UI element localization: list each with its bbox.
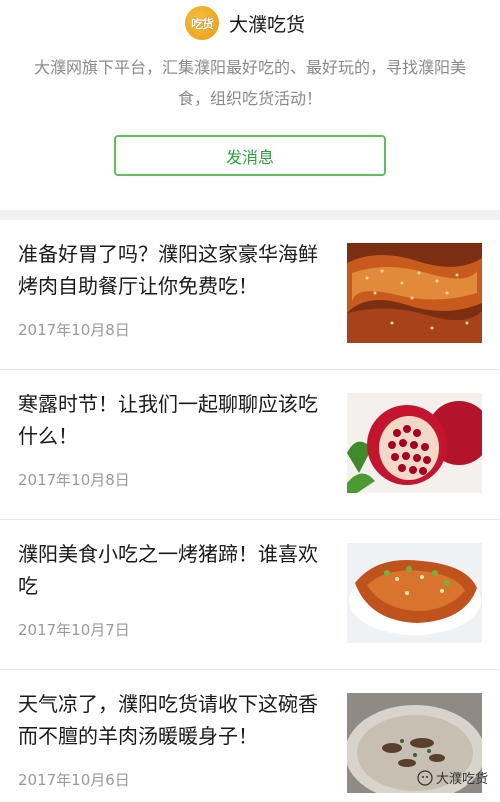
- article-date: 2017年10月6日: [18, 771, 130, 789]
- account-header: 吃货 大濮吃货 大濮网旗下平台，汇集濮阳最好吃的、最好玩的，寻找濮阳美食，组织吃…: [0, 0, 500, 206]
- article-date: 2017年10月7日: [18, 621, 130, 639]
- article-date: 2017年10月8日: [18, 471, 130, 489]
- article-item[interactable]: 寒露时节！让我们一起聊聊应该吃什么！ 2017年10月8日: [0, 370, 500, 520]
- account-brand[interactable]: 吃货 大濮吃货: [185, 6, 305, 40]
- article-title: 寒露时节！让我们一起聊聊应该吃什么！: [18, 392, 318, 448]
- pomegranate-image: [347, 393, 482, 493]
- send-message-button[interactable]: 发消息: [114, 135, 386, 176]
- article-date: 2017年10月8日: [18, 321, 130, 339]
- watermark: 大濮吃货: [417, 768, 488, 787]
- logo-text: 吃货: [190, 16, 214, 31]
- wechat-official-icon: [417, 769, 433, 786]
- account-logo: 吃货: [185, 6, 219, 40]
- account-description: 大濮网旗下平台，汇集濮阳最好吃的、最好玩的，寻找濮阳美食，组织吃货活动！: [33, 58, 466, 108]
- article-item[interactable]: 濮阳美食小吃之一烤猪蹄！谁喜欢吃 2017年10月7日: [0, 520, 500, 670]
- article-title: 准备好胃了吗？濮阳这家豪华海鲜烤肉自助餐厅让你免费吃！: [18, 242, 318, 298]
- article-title: 天气凉了，濮阳吃货请收下这碗香而不膻的羊肉汤暖暖身子！: [18, 692, 318, 748]
- watermark-text: 大濮吃货: [435, 772, 488, 787]
- section-divider: [0, 210, 500, 220]
- grilled-meat-image: [347, 243, 482, 343]
- article-item[interactable]: 准备好胃了吗？濮阳这家豪华海鲜烤肉自助餐厅让你免费吃！ 2017年10月8日: [0, 220, 500, 370]
- article-title: 濮阳美食小吃之一烤猪蹄！谁喜欢吃: [18, 542, 318, 598]
- account-name: 大濮吃货: [229, 13, 306, 36]
- roast-pig-trotter-image: [347, 543, 482, 643]
